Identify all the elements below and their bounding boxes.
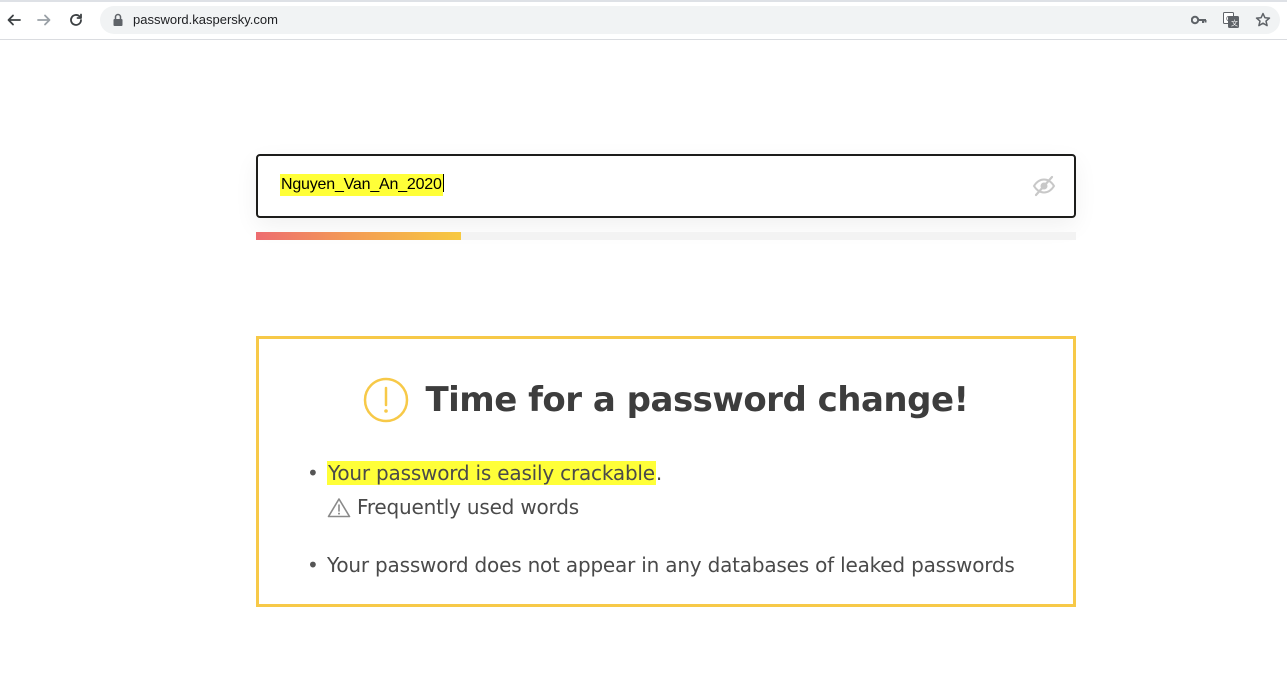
- exclamation-circle-icon: [364, 377, 409, 423]
- forward-arrow-icon: [37, 14, 51, 26]
- text-caret: [442, 174, 444, 192]
- translate-button[interactable]: G 文: [1222, 11, 1240, 29]
- toggle-visibility-button[interactable]: [1032, 175, 1056, 197]
- crackable-warning-text: Your password is easily crackable: [327, 461, 656, 485]
- star-icon: [1255, 12, 1271, 27]
- result-panel: Time for a password change! • Your passwo…: [256, 336, 1076, 607]
- list-item: • Your password does not appear in any da…: [307, 553, 1015, 577]
- password-input-box[interactable]: Nguyen_Van_An_2020: [256, 154, 1076, 218]
- warning-triangle-icon: [327, 497, 351, 517]
- password-key-button[interactable]: [1190, 11, 1208, 29]
- url-text: password.kaspersky.com: [133, 12, 278, 27]
- bullet: •: [307, 553, 319, 577]
- result-header: Time for a password change!: [259, 375, 1073, 425]
- list-item: • Your password is easily crackable.: [307, 461, 662, 485]
- frequently-used-words-text: Frequently used words: [357, 495, 579, 519]
- password-input[interactable]: Nguyen_Van_An_2020: [280, 174, 444, 198]
- address-bar[interactable]: password.kaspersky.com G 文: [100, 6, 1280, 34]
- back-button[interactable]: [2, 8, 26, 32]
- key-icon: [1191, 15, 1207, 25]
- reload-button[interactable]: [64, 8, 88, 32]
- list-sub-item: Frequently used words: [327, 495, 579, 519]
- translate-icon: G 文: [1223, 12, 1239, 28]
- bullet: •: [307, 461, 319, 485]
- reload-icon: [70, 13, 82, 26]
- back-arrow-icon: [7, 14, 21, 26]
- svg-text:文: 文: [1231, 19, 1238, 28]
- strength-meter-fill: [256, 232, 461, 240]
- forward-button[interactable]: [32, 8, 56, 32]
- tab-strip-edge: [0, 0, 1287, 2]
- lock-icon: [113, 13, 123, 26]
- browser-toolbar: password.kaspersky.com G 文: [0, 0, 1287, 40]
- password-value: Nguyen_Van_An_2020: [280, 174, 443, 196]
- leak-status-text: Your password does not appear in any dat…: [327, 553, 1015, 577]
- eye-slash-icon: [1032, 175, 1056, 197]
- bookmark-button[interactable]: [1254, 11, 1272, 29]
- crackable-warning-period: .: [655, 461, 663, 485]
- strength-meter: [256, 232, 1076, 240]
- result-title: Time for a password change!: [425, 380, 969, 420]
